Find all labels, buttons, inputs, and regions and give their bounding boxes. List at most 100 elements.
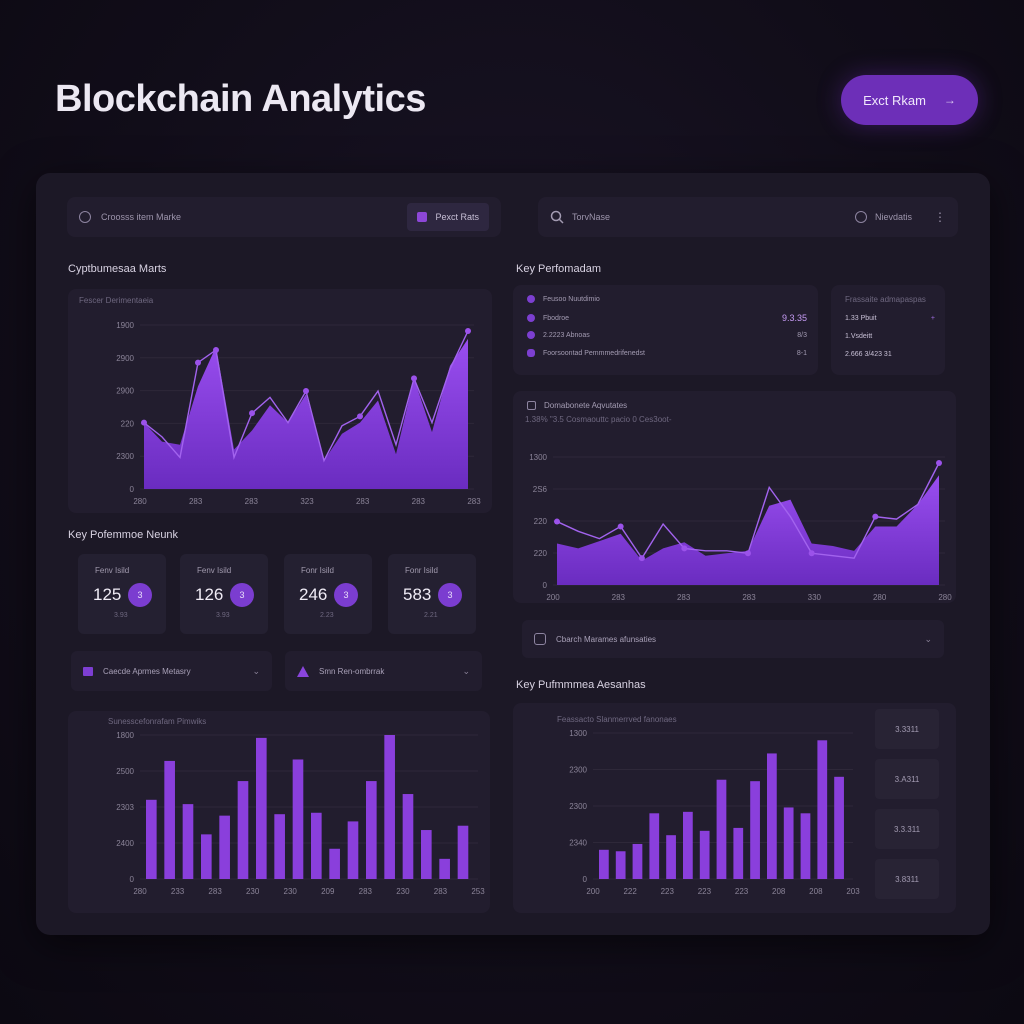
stat-box: 3.A311 — [875, 759, 939, 799]
kpi-card: Fenv Isild 125 3 3.93 — [78, 554, 166, 634]
y-tick-label: 1300 — [529, 453, 547, 462]
x-tick-label: 283 — [359, 887, 373, 896]
y-tick-label: 2340 — [569, 839, 587, 848]
bar — [201, 834, 212, 879]
right-bar-chart: 1300 2300 2300 2340 0 200 222 223 223 223 208 208 20… — [569, 729, 860, 896]
x-tick-label: 283 — [356, 497, 370, 506]
x-tick-label: 253 — [471, 887, 485, 896]
x-tick-label: 330 — [808, 593, 822, 602]
y-tick-label: 1900 — [116, 321, 134, 330]
x-tick-label: 209 — [321, 887, 335, 896]
x-tick-label: 280 — [133, 497, 147, 506]
dashboard-panel: Croosss item Marke Pexct Rats TorvNase N… — [36, 173, 990, 935]
more-icon[interactable]: ⋮ — [934, 210, 946, 224]
bar — [256, 737, 267, 879]
left-bar-card: Sunesscefonrafam Pimwiks 1800 2500 2303 240… — [68, 711, 490, 913]
chevron-down-icon: ⌄ — [462, 665, 470, 676]
kpi-card-label: Fonr Isild — [405, 566, 438, 575]
clock-icon — [854, 211, 867, 223]
kpi-card-sub: 3.93 — [114, 612, 128, 619]
data-point — [681, 545, 688, 552]
plus-icon[interactable]: + — [931, 315, 935, 322]
bell-icon — [527, 349, 535, 357]
kpi-row-label: Feusoo Nuutdimio — [543, 295, 600, 303]
x-tick-label: 223 — [698, 887, 712, 896]
bar — [384, 735, 395, 879]
data-point — [357, 413, 363, 420]
right-area-chart: 1300 2S6 220 220 0 200 283 283 283 330 280 280 — [529, 453, 952, 602]
kpi-card-value: 246 — [299, 585, 328, 604]
chevron-down-icon: ⌄ — [252, 665, 260, 676]
export-button-label: Exct Rkam — [863, 92, 926, 108]
y-tick-label: 2300 — [569, 766, 587, 775]
bar — [146, 799, 157, 879]
bar — [699, 830, 710, 879]
bar — [311, 812, 322, 879]
bar — [800, 813, 811, 879]
x-tick-label: 200 — [586, 887, 600, 896]
kpi-row-label: 2.2223 Abnoas — [543, 331, 590, 339]
kpi-row-label: Fbodroe — [543, 314, 570, 322]
bar — [632, 843, 643, 879]
left-select[interactable]: Caecde Aprmes Metasry ⌄ — [71, 651, 272, 691]
kpi-card: Fonr Isild 246 3 2.23 — [284, 554, 372, 634]
key-performance-card: Feusoo Nuutdimio Fbodroe 9.3.35 2.2223 Ab… — [513, 285, 818, 375]
right-select[interactable]: Smn Ren-ombrrak ⌄ — [285, 651, 482, 691]
dot-icon — [527, 331, 535, 339]
kpi-card-sub: 3.93 — [216, 612, 230, 619]
area-fill — [144, 338, 468, 489]
export-chip[interactable]: Pexct Rats — [407, 203, 489, 231]
x-tick-label: 230 — [396, 887, 410, 896]
side-stat: 2.666 3/423 31 — [845, 351, 892, 358]
y-tick-label: 1300 — [569, 729, 587, 738]
chart-icon — [534, 633, 546, 645]
y-tick-label: 2303 — [116, 803, 134, 812]
side-stat-label: 1.33 Pbuit — [845, 315, 877, 322]
search-icon[interactable] — [550, 210, 564, 224]
data-point — [745, 550, 751, 557]
x-tick-label: 280 — [938, 593, 952, 602]
bar — [733, 827, 744, 879]
y-tick-label: 220 — [534, 549, 548, 558]
y-tick-label: 220 — [534, 517, 548, 526]
bar — [347, 821, 359, 879]
export-button[interactable]: Exct Rkam → — [841, 75, 978, 125]
side-stat-label: 1.Vsdeitt — [845, 333, 873, 340]
bar — [439, 858, 450, 879]
x-tick-label: 283 — [189, 497, 203, 506]
kpi-card-sub: 2.23 — [320, 612, 334, 619]
bar — [182, 804, 194, 879]
bar — [750, 781, 760, 879]
search-input[interactable]: TorvNase — [572, 212, 610, 222]
x-tick-label: 283 — [742, 593, 756, 602]
kpi-badge: 3 — [128, 583, 152, 607]
y-tick-label: 2S6 — [533, 485, 548, 494]
x-tick-label: 280 — [133, 887, 147, 896]
y-tick-label: 0 — [543, 581, 548, 590]
x-tick-label: 230 — [246, 887, 260, 896]
right-bar-title: Key Pufmmmea Aesanhas — [516, 679, 646, 691]
x-tick-label: 323 — [300, 497, 314, 506]
x-tick-label: 200 — [546, 593, 560, 602]
bar — [219, 815, 230, 879]
data-point — [465, 328, 471, 334]
y-tick-label: 2900 — [116, 387, 134, 396]
key-performance-title: Key Perfomadam — [516, 263, 601, 275]
data-point — [808, 550, 815, 557]
bar — [237, 781, 249, 879]
x-tick-label: 222 — [623, 887, 637, 896]
kpi-card: Fenv Isild 126 3 3.93 — [180, 554, 268, 634]
bar — [329, 848, 340, 879]
bar — [421, 830, 432, 879]
data-point — [303, 388, 309, 395]
data-point — [195, 359, 201, 366]
kpi-row-label: Foorsoontad Pemmmedrifenedst — [543, 349, 645, 357]
right-line-card: Domabonete Aqvutates 1.38% "3.5 Cosmaout… — [513, 391, 956, 603]
data-point — [936, 460, 942, 466]
right-toolbar-label[interactable]: Nievdatis — [875, 212, 912, 222]
bar — [274, 814, 285, 879]
kpi-card-label: Fenv Isild — [95, 566, 130, 575]
right-chart-select[interactable]: Cbarch Marames afunsaties ⌄ — [522, 620, 944, 658]
kpi-row: Foorsoontad Pemmmedrifenedst 8-1 — [527, 349, 807, 357]
export-chip-label: Pexct Rats — [435, 212, 479, 222]
